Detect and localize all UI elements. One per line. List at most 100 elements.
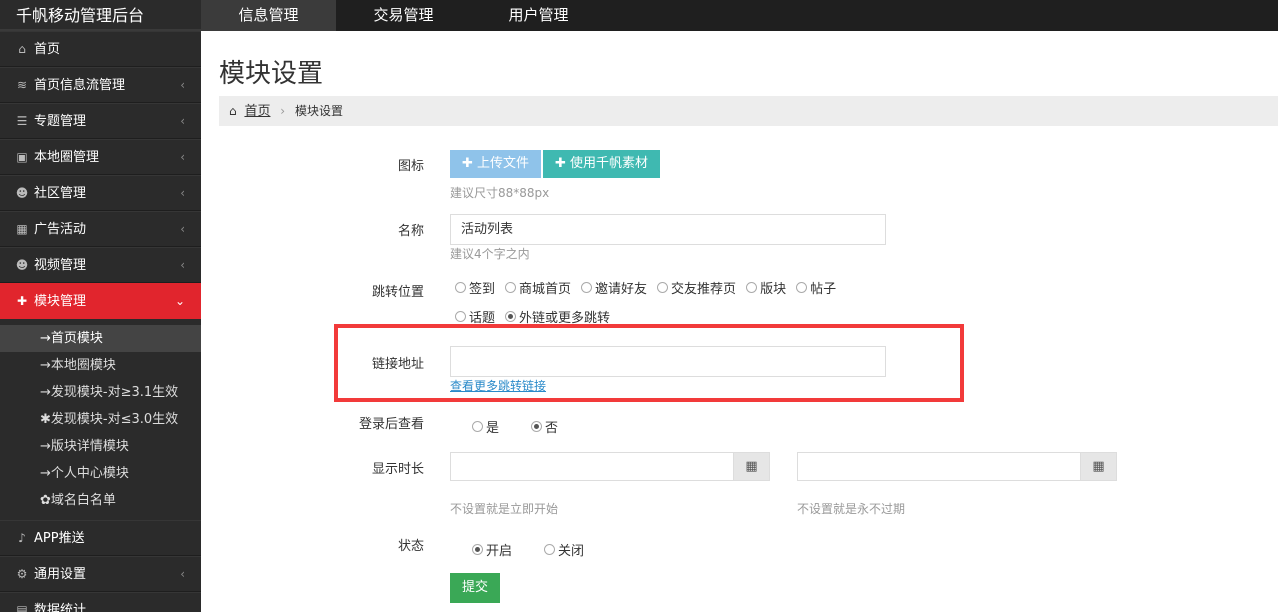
- end-date-input[interactable]: [797, 452, 1081, 481]
- submenu-domain-whitelist[interactable]: ✿域名白名单: [0, 487, 201, 514]
- sidebar-item-video[interactable]: ☻ 视频管理 ‹: [0, 247, 201, 283]
- sidebar-item-stats[interactable]: ▤ 数据统计: [0, 592, 201, 612]
- more-links-link[interactable]: 查看更多跳转链接: [450, 377, 546, 394]
- tab-trade-management[interactable]: 交易管理: [336, 0, 471, 31]
- chevron-left-icon: ‹: [180, 78, 185, 92]
- submenu-home-module[interactable]: →首页模块: [0, 325, 201, 352]
- submit-button[interactable]: 提交: [450, 573, 501, 603]
- sidebar-item-modules[interactable]: ✚ 模块管理 ⌄: [0, 283, 201, 319]
- radio-dot-selected: [472, 544, 483, 555]
- tab-user-management[interactable]: 用户管理: [471, 0, 606, 31]
- upload-file-button[interactable]: ✚ 上传文件: [450, 150, 542, 178]
- name-input[interactable]: 活动列表: [450, 214, 886, 245]
- breadcrumb: ⌂ 首页 › 模块设置: [219, 96, 1278, 126]
- sidebar: ⌂ 首页 ≋ 首页信息流管理 ‹ ☰ 专题管理 ‹ ▣ 本地圈管理 ‹ ☻ 社区管理 ‹ …: [0, 31, 201, 612]
- breadcrumb-home-link[interactable]: 首页: [244, 104, 270, 119]
- breadcrumb-separator-icon: ›: [280, 104, 286, 118]
- link-input[interactable]: [450, 346, 886, 377]
- radio-label: 是: [486, 421, 500, 436]
- sidebar-item-local-circle[interactable]: ▣ 本地圈管理 ‹: [0, 139, 201, 175]
- page-title: 模块设置: [219, 59, 324, 89]
- name-help-text: 建议4个字之内: [450, 247, 530, 261]
- start-help-text: 不设置就是立即开始: [450, 502, 559, 516]
- sidebar-item-home[interactable]: ⌂ 首页: [0, 31, 201, 67]
- sidebar-item-community[interactable]: ☻ 社区管理 ‹: [0, 175, 201, 211]
- submenu-personal-center[interactable]: →个人中心模块: [0, 460, 201, 487]
- jump-radio-mall[interactable]: 商城首页: [505, 278, 571, 297]
- home-icon: ⌂: [18, 42, 26, 56]
- cogs-icon: ⚙: [16, 567, 28, 581]
- main-content: 模块设置 ⌂ 首页 › 模块设置 图标 ✚ 上传文件 ✚ 使用千帆素材 建议尺寸…: [201, 31, 1278, 612]
- submenu-discover-31[interactable]: →发现模块-对≥3.1生效: [0, 379, 201, 406]
- radio-dot: [544, 544, 556, 555]
- duration-label: 显示时长: [371, 462, 424, 477]
- users-icon: ☻: [15, 186, 29, 200]
- sidebar-item-push[interactable]: ♪ APP推送: [0, 520, 201, 556]
- sidebar-item-label: 首页信息流管理: [34, 78, 126, 93]
- submenu-board-detail[interactable]: →版块详情模块: [0, 433, 201, 460]
- submenu-label: 版块详情模块: [50, 439, 129, 454]
- sidebar-item-label: 专题管理: [34, 114, 87, 129]
- status-radio-on[interactable]: 开启: [472, 540, 512, 559]
- start-date-input[interactable]: [450, 452, 734, 481]
- calendar-icon: ▦: [16, 222, 28, 236]
- jump-options-row-1: 签到 商城首页 邀请好友 交友推荐页 版块 帖子: [455, 278, 846, 297]
- submenu-local-module[interactable]: →本地圈模块: [0, 352, 201, 379]
- chevron-left-icon: ‹: [180, 114, 185, 128]
- login-radio-yes[interactable]: 是: [472, 417, 499, 436]
- upload-file-label: 上传文件: [477, 156, 530, 171]
- jump-radio-post[interactable]: 帖子: [796, 278, 836, 297]
- login-options: 是 否: [472, 417, 568, 436]
- icon-help-text: 建议尺寸88*88px: [450, 186, 550, 200]
- chevron-left-icon: ‹: [180, 567, 185, 581]
- sidebar-item-ads[interactable]: ▦ 广告活动 ‹: [0, 211, 201, 247]
- radio-dot-selected: [531, 421, 543, 432]
- icon-label: 图标: [397, 159, 424, 174]
- sidebar-item-settings[interactable]: ⚙ 通用设置 ‹: [0, 556, 201, 592]
- users-icon: ☻: [15, 258, 29, 272]
- radio-dot: [796, 282, 808, 293]
- chart-icon: ▤: [16, 603, 28, 612]
- sidebar-item-label: 本地圈管理: [34, 150, 100, 165]
- radio-label: 商城首页: [519, 282, 572, 297]
- radio-label: 否: [545, 421, 559, 436]
- radio-dot: [455, 282, 466, 293]
- submenu-label: 个人中心模块: [50, 466, 129, 481]
- radio-dot-selected: [505, 311, 517, 322]
- calendar-icon[interactable]: ▦: [734, 452, 770, 481]
- submenu-discover-30[interactable]: ✱发现模块-对≤3.0生效: [0, 406, 201, 433]
- home-icon: ⌂: [229, 104, 237, 118]
- top-bar: 千帆移动管理后台 信息管理 交易管理 用户管理: [0, 0, 1278, 31]
- login-radio-no[interactable]: 否: [531, 417, 558, 436]
- jump-radio-invite[interactable]: 邀请好友: [581, 278, 647, 297]
- radio-label: 开启: [486, 544, 513, 559]
- calendar-icon[interactable]: ▦: [1081, 452, 1117, 481]
- jump-radio-friend[interactable]: 交友推荐页: [657, 278, 736, 297]
- status-radio-off[interactable]: 关闭: [544, 540, 584, 559]
- sidebar-item-topics[interactable]: ☰ 专题管理 ‹: [0, 103, 201, 139]
- use-material-button[interactable]: ✚ 使用千帆素材: [543, 150, 661, 178]
- sidebar-item-label: 首页: [34, 42, 61, 57]
- jump-radio-signin[interactable]: 签到: [455, 278, 495, 297]
- sidebar-item-label: 通用设置: [34, 567, 87, 582]
- radio-label: 签到: [469, 282, 496, 297]
- plus-icon: ✚: [462, 156, 478, 171]
- sidebar-item-label: 视频管理: [34, 258, 87, 273]
- sidebar-item-label: 模块管理: [34, 294, 87, 309]
- sidebar-item-label: APP推送: [34, 531, 85, 546]
- radio-label: 版块: [760, 282, 787, 297]
- status-label: 状态: [397, 539, 424, 554]
- radio-label: 邀请好友: [595, 282, 648, 297]
- end-help-text: 不设置就是永不过期: [797, 502, 906, 516]
- rss-icon: ≋: [16, 78, 28, 92]
- radio-dot: [657, 282, 669, 293]
- radio-label: 关闭: [558, 544, 585, 559]
- tab-info-management[interactable]: 信息管理: [201, 0, 336, 31]
- sidebar-item-feed[interactable]: ≋ 首页信息流管理 ‹: [0, 67, 201, 103]
- chevron-down-icon: ⌄: [174, 294, 185, 308]
- sidebar-item-label: 数据统计: [34, 603, 87, 612]
- puzzle-icon: ✚: [16, 294, 28, 308]
- breadcrumb-current: 模块设置: [294, 104, 343, 118]
- jump-radio-board[interactable]: 版块: [746, 278, 786, 297]
- jump-label: 跳转位置: [371, 285, 424, 300]
